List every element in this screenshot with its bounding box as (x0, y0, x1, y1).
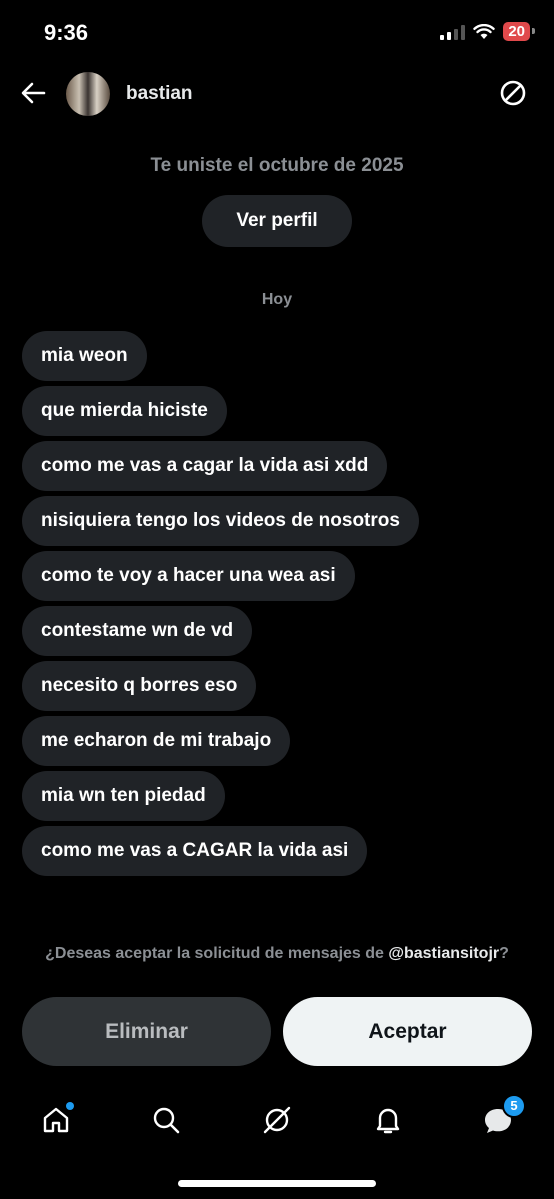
message-bubble[interactable]: como me vas a CAGAR la vida asi (22, 826, 419, 876)
grok-icon (263, 1106, 291, 1134)
message-bubble[interactable]: mia weon (22, 331, 419, 381)
battery-indicator: 20 (503, 22, 535, 41)
request-prompt-suffix: ? (499, 945, 509, 962)
tab-notifications[interactable] (372, 1104, 404, 1136)
tab-search[interactable] (150, 1104, 182, 1136)
home-notification-dot (66, 1102, 74, 1110)
bottom-tab-bar: 5 (0, 1090, 554, 1150)
wifi-icon (473, 23, 496, 39)
accept-request-button[interactable]: Aceptar (283, 997, 532, 1066)
message-text: nisiquiera tengo los videos de nosotros (22, 496, 419, 546)
tab-home[interactable] (40, 1102, 74, 1136)
home-indicator (178, 1180, 376, 1187)
request-handle: @bastiansitojr (388, 945, 500, 962)
message-bubble[interactable]: nisiquiera tengo los videos de nosotros (22, 496, 419, 546)
message-text: como te voy a hacer una wea asi (22, 551, 355, 601)
status-icons: 20 (440, 22, 535, 41)
message-text: mia wn ten piedad (22, 771, 225, 821)
message-text: me echaron de mi trabajo (22, 716, 291, 766)
avatar[interactable] (66, 72, 110, 116)
joined-date-text: Te uniste el octubre de 2025 (150, 155, 404, 176)
conversation-username[interactable]: bastian (126, 83, 193, 105)
message-bubble[interactable]: me echaron de mi trabajo (22, 716, 419, 766)
back-arrow-icon[interactable] (18, 78, 48, 108)
message-bubble[interactable]: necesito q borres eso (22, 661, 419, 711)
message-request-prompt: ¿Deseas aceptar la solicitud de mensajes… (0, 945, 554, 963)
block-icon[interactable] (498, 78, 528, 108)
message-list: mia weon que mierda hiciste como me vas … (22, 331, 419, 881)
cellular-signal-icon (440, 24, 466, 40)
message-text: necesito q borres eso (22, 661, 257, 711)
conversation-header: bastian (0, 66, 554, 122)
search-icon (153, 1107, 180, 1134)
day-divider: Hoy (261, 291, 293, 308)
message-text: como me vas a cagar la vida asi xdd (22, 441, 388, 491)
view-profile-button[interactable]: Ver perfil (202, 195, 352, 247)
delete-request-button[interactable]: Eliminar (22, 997, 271, 1066)
request-prompt-prefix: ¿Deseas aceptar la solicitud de mensajes… (45, 945, 389, 962)
message-text: que mierda hiciste (22, 386, 227, 436)
tab-messages[interactable]: 5 (482, 1094, 526, 1136)
message-bubble[interactable]: mia wn ten piedad (22, 771, 419, 821)
status-bar: 9:36 20 (0, 0, 554, 66)
message-text: mia weon (22, 331, 147, 381)
message-text: como me vas a CAGAR la vida asi (22, 826, 368, 876)
message-text: contestame wn de vd (22, 606, 253, 656)
notifications-icon (376, 1108, 400, 1134)
messages-badge: 5 (502, 1094, 526, 1118)
message-bubble[interactable]: que mierda hiciste (22, 386, 419, 436)
tab-grok[interactable] (261, 1104, 293, 1136)
message-bubble[interactable]: como me vas a cagar la vida asi xdd (22, 441, 419, 491)
message-bubble[interactable]: contestame wn de vd (22, 606, 419, 656)
status-time: 9:36 (44, 20, 89, 45)
message-bubble[interactable]: como te voy a hacer una wea asi (22, 551, 419, 601)
